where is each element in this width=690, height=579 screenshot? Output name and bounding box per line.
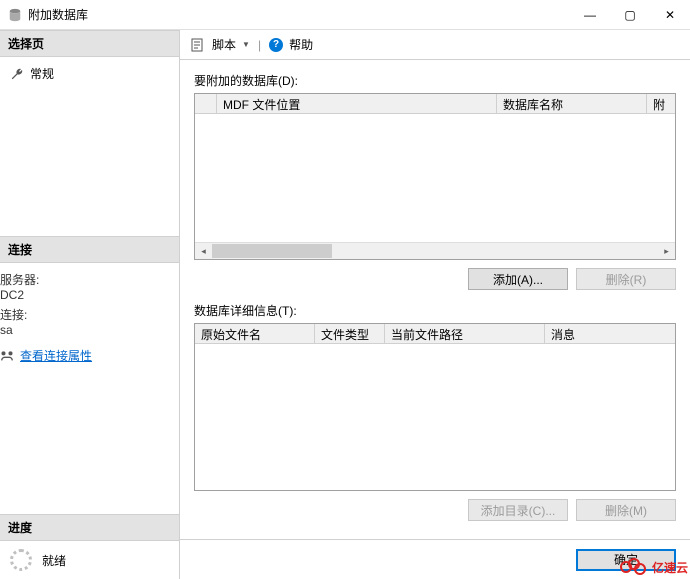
select-page-header: 选择页 [0,30,179,57]
scroll-right-arrow[interactable]: ▸ [658,243,675,259]
conn-value: sa [0,323,179,337]
window-title: 附加数据库 [28,6,570,23]
details-grid[interactable]: 原始文件名 文件类型 当前文件路径 消息 [194,323,676,491]
connection-header: 连接 [0,236,179,263]
toolbar: 脚本 ▼ | ? 帮助 [180,30,690,60]
progress-status: 就绪 [42,552,66,569]
script-button[interactable]: 脚本 [212,36,236,53]
title-bar: 附加数据库 — ▢ ✕ [0,0,690,30]
script-dropdown-icon[interactable]: ▼ [242,40,250,49]
help-icon: ? [269,38,283,52]
scroll-thumb[interactable] [212,244,332,258]
close-button[interactable]: ✕ [650,0,690,30]
help-button[interactable]: 帮助 [289,36,313,53]
wrench-icon [10,67,24,81]
details-label: 数据库详细信息(T): [194,302,676,319]
server-value: DC2 [0,288,179,302]
details-grid-header: 原始文件名 文件类型 当前文件路径 消息 [195,324,675,344]
right-panel: 脚本 ▼ | ? 帮助 要附加的数据库(D): MDF 文件位置 数据库名称 附… [180,30,690,579]
remove-button: 删除(R) [576,268,676,290]
progress-header: 进度 [0,514,179,541]
nav-general[interactable]: 常规 [10,63,169,84]
col-file-type[interactable]: 文件类型 [315,324,385,343]
dialog-footer: 确定 [180,539,690,579]
add-button[interactable]: 添加(A)... [468,268,568,290]
col-rowheader [195,94,217,113]
col-attach[interactable]: 附 [647,94,675,113]
connection-props-icon [0,349,14,363]
minimize-button[interactable]: — [570,0,610,30]
attach-grid-header: MDF 文件位置 数据库名称 附 [195,94,675,114]
remove-detail-button: 删除(M) [576,499,676,521]
attach-db-label: 要附加的数据库(D): [194,72,676,89]
script-icon [190,37,206,53]
maximize-button[interactable]: ▢ [610,0,650,30]
progress-spinner-icon [10,549,32,571]
left-sidebar: 选择页 常规 连接 服务器: DC2 连接: sa 查看连接属性 进度 就绪 [0,30,180,579]
attach-grid-body[interactable] [195,114,675,242]
view-connection-properties-link[interactable]: 查看连接属性 [20,347,92,364]
scroll-left-arrow[interactable]: ◂ [195,243,212,259]
nav-general-label: 常规 [30,65,54,82]
col-orig-filename[interactable]: 原始文件名 [195,324,315,343]
col-message[interactable]: 消息 [545,324,675,343]
database-icon [8,8,22,22]
ok-button[interactable]: 确定 [576,549,676,571]
conn-label: 连接: [0,306,179,323]
col-mdf-location[interactable]: MDF 文件位置 [217,94,497,113]
col-current-path[interactable]: 当前文件路径 [385,324,545,343]
attach-grid[interactable]: MDF 文件位置 数据库名称 附 ◂ ▸ [194,93,676,260]
server-label: 服务器: [0,271,179,288]
col-db-name[interactable]: 数据库名称 [497,94,647,113]
attach-grid-hscroll[interactable]: ◂ ▸ [195,242,675,259]
add-directory-button: 添加目录(C)... [468,499,568,521]
